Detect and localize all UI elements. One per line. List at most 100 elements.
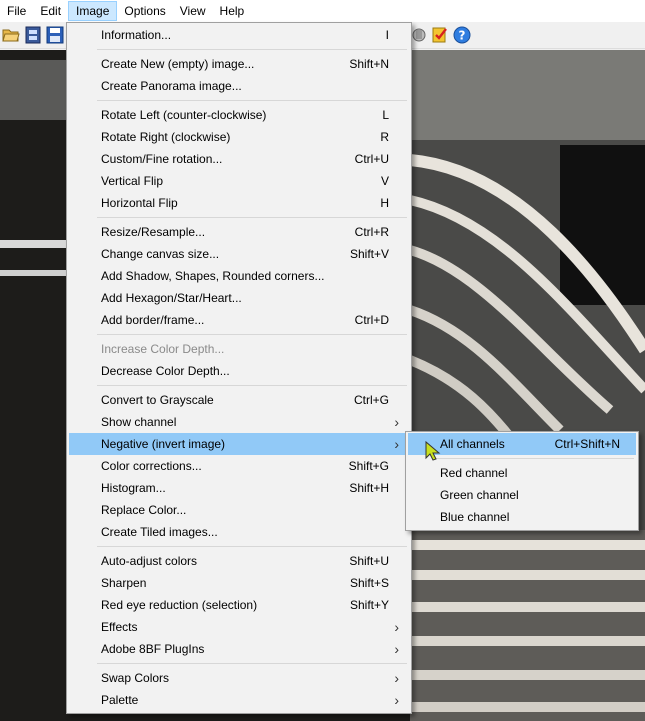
filmstrip-icon[interactable] [24,26,42,44]
menu-item-label: Add Shadow, Shapes, Rounded corners... [101,269,325,283]
menu-item-red-eye-reduction[interactable]: Red eye reduction (selection) Shift+Y [69,594,409,616]
menu-item-swap-colors[interactable]: Swap Colors › [69,667,409,689]
menu-item-change-canvas-size[interactable]: Change canvas size... Shift+V [69,243,409,265]
menu-item-shortcut: H [380,196,389,210]
menu-item-shortcut: L [382,108,389,122]
menu-item-label: Palette [101,693,139,707]
menu-item-shortcut: V [380,174,389,188]
submenu-item-label: Red channel [440,466,508,480]
menu-item-information[interactable]: Information... I [69,24,409,46]
menu-item-label: Negative (invert image) [101,437,226,451]
menu-item-histogram[interactable]: Histogram... Shift+H [69,477,409,499]
menu-item-label: Information... [101,28,172,42]
menu-item-rotate-left[interactable]: Rotate Left (counter-clockwise) L [69,104,409,126]
menu-separator [97,49,407,50]
menu-item-label: Add border/frame... [101,313,205,327]
menu-separator [436,458,634,459]
menu-item-decrease-color-depth[interactable]: Decrease Color Depth... [69,360,409,382]
submenu-item-shortcut: Ctrl+Shift+N [554,437,620,451]
submenu-item-label: Blue channel [440,510,510,524]
menu-item-label: Add Hexagon/Star/Heart... [101,291,242,305]
submenu-arrow-icon: › [394,670,399,686]
menu-item-shortcut: Shift+S [349,576,389,590]
menu-item-rotate-right[interactable]: Rotate Right (clockwise) R [69,126,409,148]
submenu-item-green-channel[interactable]: Green channel [408,484,636,506]
menu-item-vertical-flip[interactable]: Vertical Flip V [69,170,409,192]
menu-item-shortcut: Ctrl+G [353,393,389,407]
menu-item-label: Adobe 8BF PlugIns [101,642,205,656]
menu-item-label: Histogram... [101,481,166,495]
submenu-item-red-channel[interactable]: Red channel [408,462,636,484]
menu-item-label: Create Panorama image... [101,79,242,93]
menu-item-label: Horizontal Flip [101,196,178,210]
menu-view[interactable]: View [173,1,213,21]
menu-item-label: Increase Color Depth... [101,342,225,356]
menu-item-create-new-image[interactable]: Create New (empty) image... Shift+N [69,53,409,75]
menu-separator [97,546,407,547]
menu-item-horizontal-flip[interactable]: Horizontal Flip H [69,192,409,214]
menu-item-shortcut: Shift+H [349,481,389,495]
submenu-arrow-icon: › [394,414,399,430]
menu-item-palette[interactable]: Palette › [69,689,409,711]
menu-item-add-border-frame[interactable]: Add border/frame... Ctrl+D [69,309,409,331]
menu-item-shortcut: Shift+Y [349,598,389,612]
menu-item-label: Sharpen [101,576,147,590]
submenu-arrow-icon: › [394,436,399,452]
menu-item-label: Rotate Left (counter-clockwise) [101,108,267,122]
menu-item-label: Decrease Color Depth... [101,364,230,378]
menu-item-shortcut: Shift+N [349,57,389,71]
menu-image[interactable]: Image [68,1,118,21]
menu-separator [97,663,407,664]
menu-item-resize-resample[interactable]: Resize/Resample... Ctrl+R [69,221,409,243]
menu-item-sharpen[interactable]: Sharpen Shift+S [69,572,409,594]
checklist-icon[interactable] [431,26,449,44]
help-icon[interactable]: ? [453,26,471,44]
menu-item-label: Swap Colors [101,671,170,685]
menu-item-add-shadow-shapes[interactable]: Add Shadow, Shapes, Rounded corners... [69,265,409,287]
submenu-arrow-icon: › [394,641,399,657]
open-folder-icon[interactable] [2,26,20,44]
menu-item-show-channel[interactable]: Show channel › [69,411,409,433]
menu-item-adobe-8bf-plugins[interactable]: Adobe 8BF PlugIns › [69,638,409,660]
scanner-icon[interactable] [410,26,428,44]
menu-file[interactable]: File [0,1,33,21]
menu-item-label: Show channel [101,415,177,429]
menu-bar: File Edit Image Options View Help [0,0,645,22]
menu-item-shortcut: Shift+G [348,459,389,473]
menu-item-negative-invert[interactable]: Negative (invert image) › [69,433,409,455]
menu-edit[interactable]: Edit [33,1,68,21]
submenu-item-all-channels[interactable]: All channels Ctrl+Shift+N [408,433,636,455]
save-icon[interactable] [46,26,64,44]
menu-item-shortcut: I [385,28,389,42]
menu-options[interactable]: Options [117,1,172,21]
submenu-item-blue-channel[interactable]: Blue channel [408,506,636,528]
menu-separator [97,385,407,386]
menu-item-shortcut: R [380,130,389,144]
mouse-cursor-icon [425,440,441,461]
menu-item-color-corrections[interactable]: Color corrections... Shift+G [69,455,409,477]
menu-item-label: Rotate Right (clockwise) [101,130,231,144]
menu-item-shortcut: Ctrl+U [354,152,389,166]
menu-item-label: Create New (empty) image... [101,57,255,71]
menu-item-label: Change canvas size... [101,247,220,261]
menu-item-shortcut: Ctrl+R [354,225,389,239]
menu-item-create-tiled-images[interactable]: Create Tiled images... [69,521,409,543]
menu-item-add-hexagon-star-heart[interactable]: Add Hexagon/Star/Heart... [69,287,409,309]
menu-separator [97,217,407,218]
menu-item-shortcut: Ctrl+D [354,313,389,327]
submenu-arrow-icon: › [394,619,399,635]
menu-item-custom-rotation[interactable]: Custom/Fine rotation... Ctrl+U [69,148,409,170]
menu-help[interactable]: Help [213,1,252,21]
menu-item-label: Vertical Flip [101,174,164,188]
menu-item-effects[interactable]: Effects › [69,616,409,638]
menu-item-replace-color[interactable]: Replace Color... [69,499,409,521]
menu-item-create-panorama[interactable]: Create Panorama image... [69,75,409,97]
menu-item-auto-adjust-colors[interactable]: Auto-adjust colors Shift+U [69,550,409,572]
menu-item-label: Resize/Resample... [101,225,206,239]
submenu-item-label: Green channel [440,488,519,502]
menu-item-convert-grayscale[interactable]: Convert to Grayscale Ctrl+G [69,389,409,411]
menu-item-label: Replace Color... [101,503,187,517]
submenu-item-label: All channels [440,437,505,451]
image-menu-dropdown: Information... I Create New (empty) image.… [66,22,412,714]
menu-item-label: Red eye reduction (selection) [101,598,258,612]
